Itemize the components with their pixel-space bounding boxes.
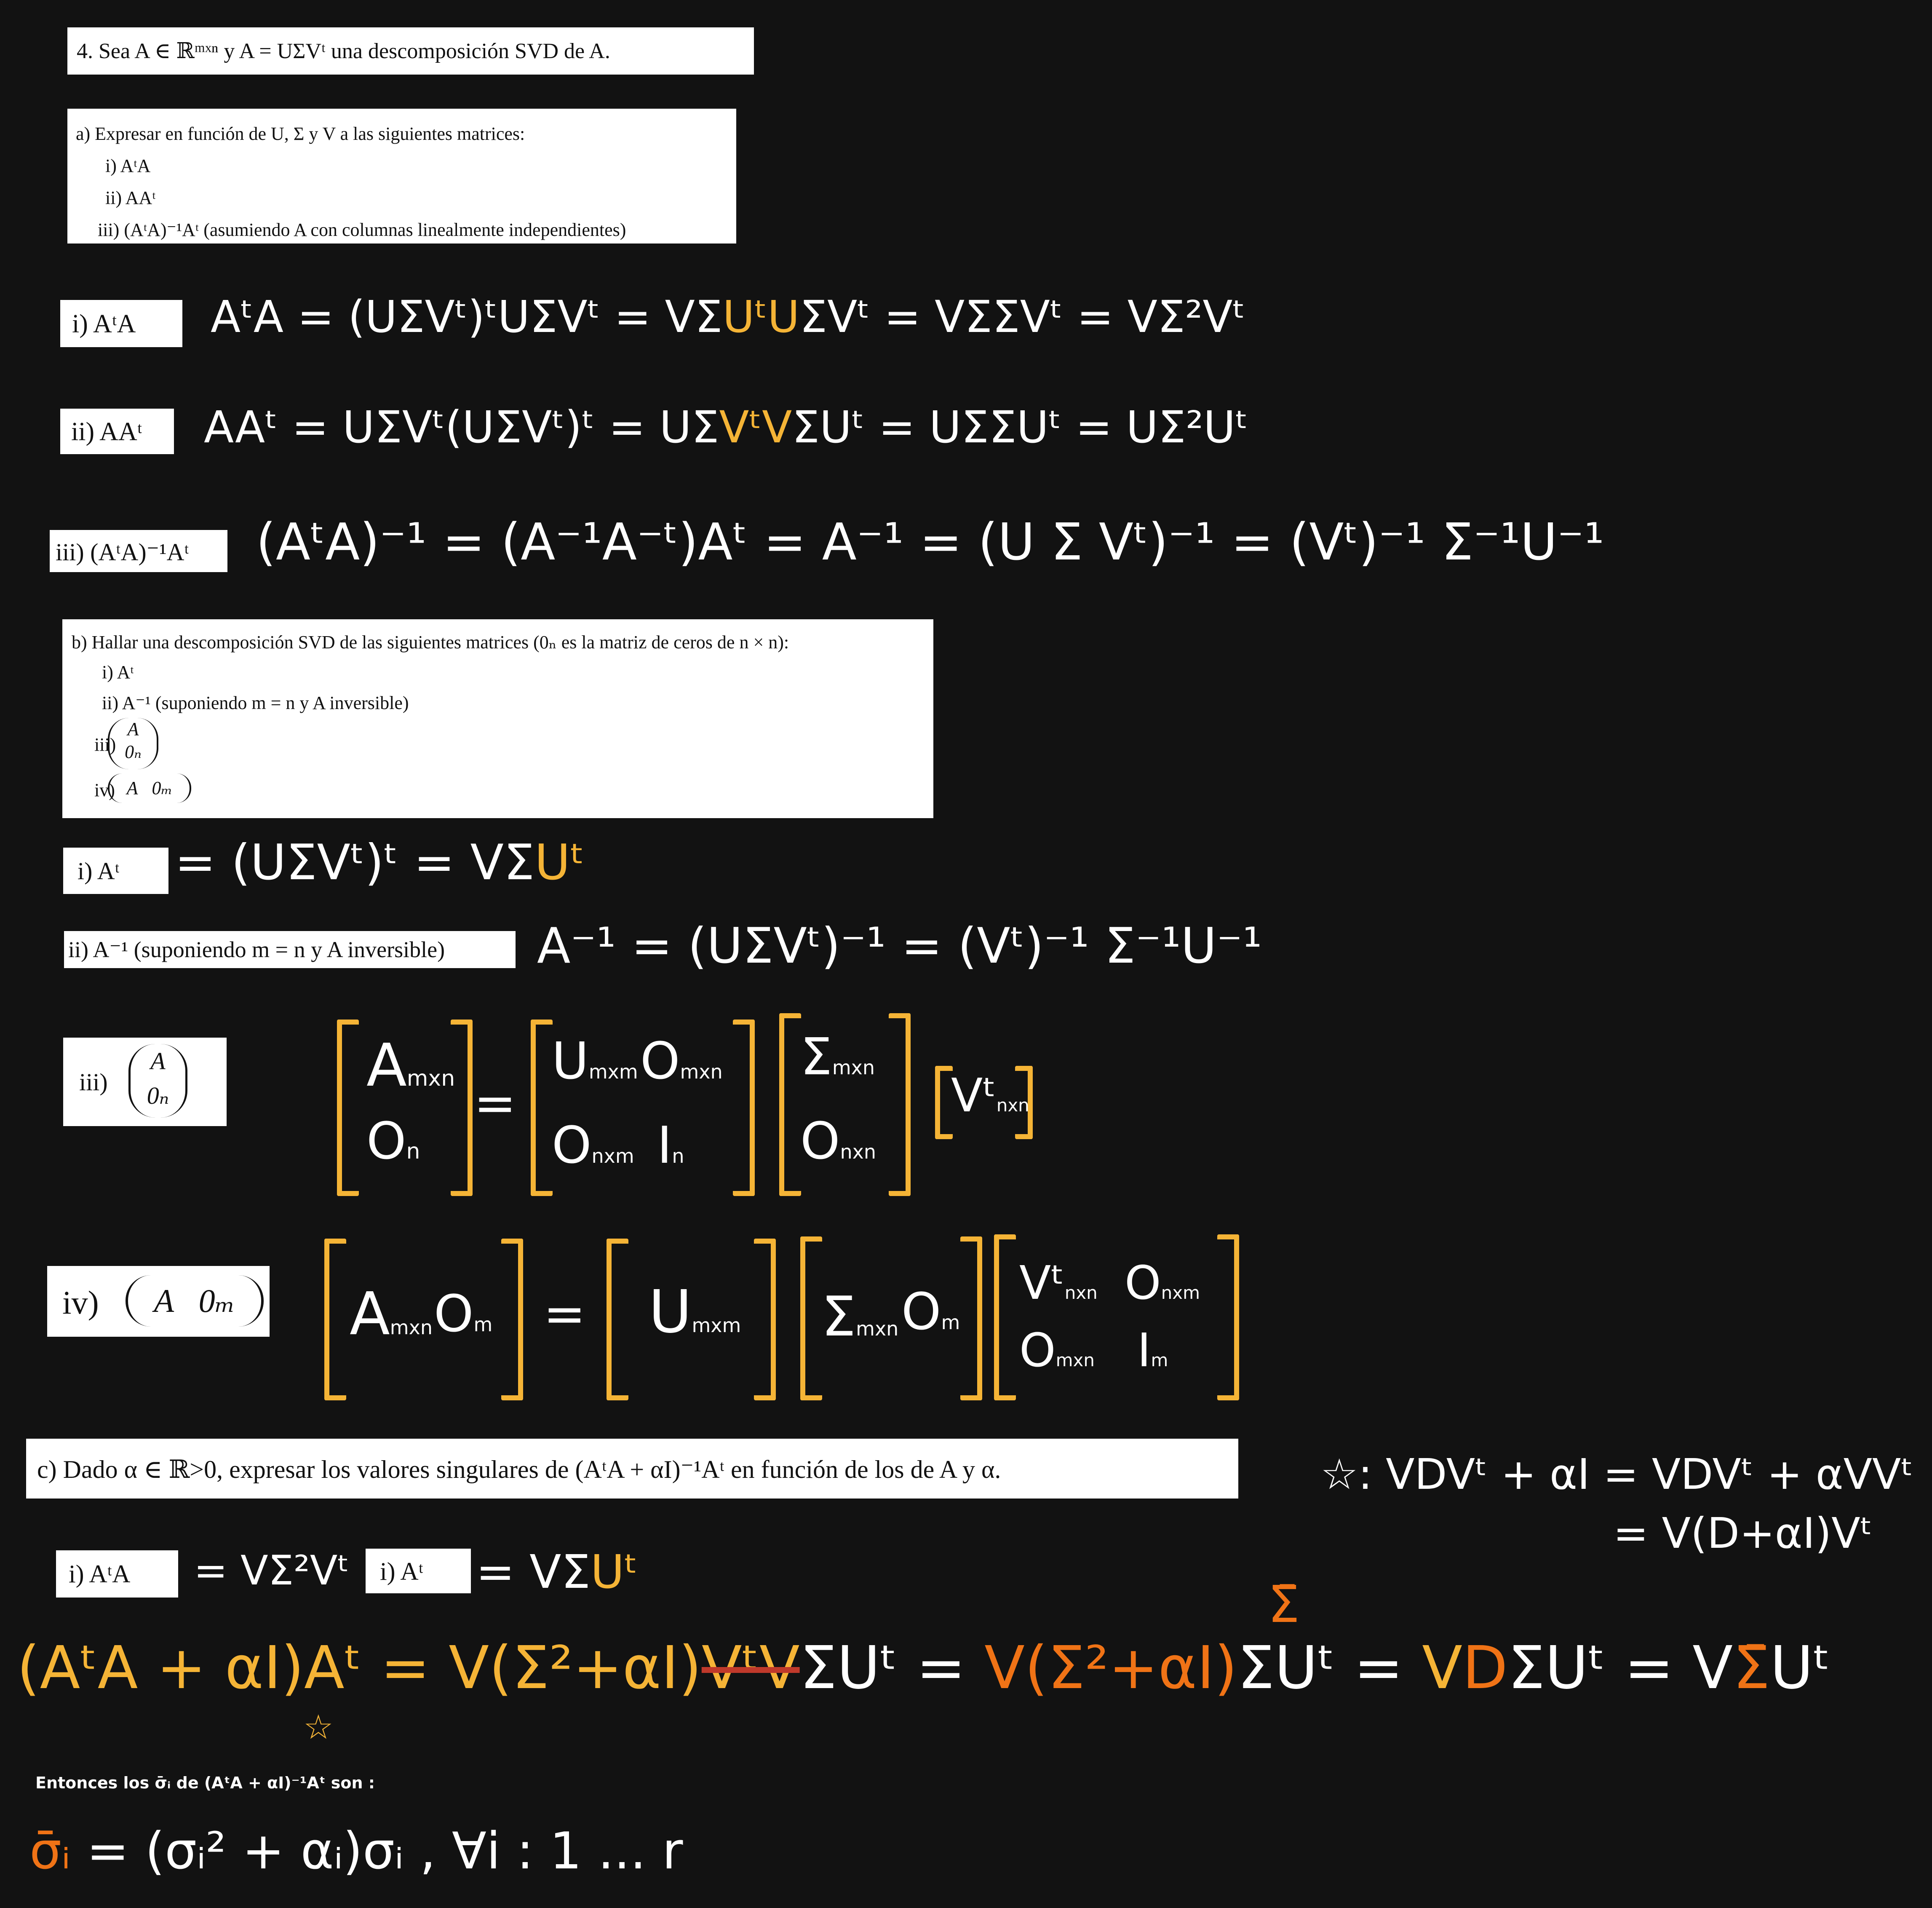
part-b-label-ii: ii) A⁻¹ (suponiendo m = n y A inversible…: [64, 931, 516, 968]
bracket-right: [960, 1236, 982, 1400]
equals-sign: =: [474, 1074, 516, 1133]
part-a-answer-i: AᵗA = (UΣVᵗ)ᵗUΣVᵗ = VΣUᵗUΣVᵗ = VΣΣVᵗ = V…: [211, 291, 1246, 343]
u-top-left: Umxm: [552, 1032, 638, 1091]
part-b-label-iii: iii) A 0ₙ: [63, 1038, 227, 1126]
u-top-right: Omxn: [640, 1032, 723, 1091]
bracket-left: [800, 1236, 822, 1400]
part-c-label-1: i) AᵗA: [56, 1550, 178, 1598]
row-matrix: A 0ₘ: [108, 773, 191, 803]
bracket-right: [733, 1020, 755, 1196]
problem-header-text: 4. Sea A ∈ ℝᵐˣⁿ y A = UΣVᵗ una descompos…: [77, 39, 610, 63]
part-b-label-i: i) Aᵗ: [63, 848, 168, 894]
bracket-left: [779, 1013, 801, 1196]
part-b-item-ii: ii) A⁻¹ (suponiendo m = n y A inversible…: [102, 693, 409, 713]
part-c-prompt-box: c) Dado α ∈ ℝ>0, expresar los valores si…: [26, 1439, 1238, 1499]
part-a-item-iii: iii) (AᵗA)⁻¹Aᵗ (asumiendo A con columnas…: [98, 219, 626, 240]
bracket-right: [754, 1239, 776, 1400]
part-b-answer-ii: A⁻¹ = (UΣVᵗ)⁻¹ = (Vᵗ)⁻¹ Σ⁻¹U⁻¹: [537, 918, 1262, 974]
equals-sign: =: [543, 1285, 586, 1343]
star-icon: ☆: [303, 1707, 334, 1747]
part-b-answer-iv: Amxn Om = Umxm Σmxn Om Vᵗnxn Onxm Omxn I…: [316, 1230, 1243, 1400]
part-a-label-i: i) AᵗA: [60, 300, 182, 347]
part-c-main-equation: (AᵗA + αI)Aᵗ = V(Σ²+αI)VᵗVΣUᵗ = V(Σ²+αI)…: [17, 1634, 1831, 1702]
sigma-bottom: Onxn: [800, 1112, 876, 1171]
part-b-prompt-box: b) Hallar una descomposición SVD de las …: [62, 619, 933, 818]
bracket-left: [531, 1020, 553, 1196]
part-b-item-i: i) Aᵗ: [102, 662, 134, 682]
stack-matrix-large: A 0ₙ: [128, 1044, 187, 1118]
lhs-top: Amxn: [366, 1031, 455, 1100]
part-b-label-iv: iv) A 0ₘ: [47, 1266, 270, 1337]
part-c-prompt: c) Dado α ∈ ℝ>0, expresar los valores si…: [37, 1456, 1001, 1483]
v-transpose: Vᵗnxn: [951, 1068, 1029, 1122]
u-block: Umxm: [649, 1278, 741, 1346]
lhs-bottom: On: [366, 1112, 420, 1171]
part-a-label-iii: iii) (AᵗA)⁻¹Aᵗ: [50, 530, 227, 572]
bracket-left: [994, 1234, 1016, 1400]
v-bottom-left: Omxn: [1019, 1323, 1095, 1377]
bracket-right: [889, 1013, 911, 1196]
part-a-label-ii: ii) AAᵗ: [60, 409, 174, 454]
bracket-left: [337, 1020, 359, 1196]
conclusion-text: Entonces los σ̄ᵢ de (AᵗA + αI)⁻¹Aᵗ son :: [35, 1774, 375, 1792]
v-top-left: Vᵗnxn: [1019, 1256, 1098, 1310]
star-note-line-2: = V(D+αI)Vᵗ: [1613, 1509, 1873, 1558]
part-c-ref-2: = VΣUᵗ: [476, 1545, 638, 1599]
part-a-answer-ii: AAᵗ = UΣVᵗ(UΣVᵗ)ᵗ = UΣVᵗVΣUᵗ = UΣΣUᵗ = U…: [204, 401, 1248, 453]
part-b-answer-iii: Amxn On = Umxm Omxn Onxm In Σmxn Onxn Vᵗ…: [329, 1011, 1045, 1196]
sigma-bar-annotation: Σ̄: [1268, 1576, 1300, 1634]
part-b-prompt: b) Hallar una descomposición SVD de las …: [72, 632, 789, 653]
part-a-prompt-box: a) Expresar en función de U, Σ y V a las…: [67, 109, 736, 244]
star-note-line-1: ☆: VDVᵗ + αI = VDVᵗ + αVVᵗ: [1320, 1450, 1913, 1499]
lhs-a: Amxn: [350, 1280, 433, 1349]
sigma-top: Σmxn: [800, 1028, 875, 1086]
part-a-item-i: i) AᵗA: [105, 155, 151, 176]
bracket-right: [501, 1239, 523, 1400]
u-bottom-left: Onxm: [552, 1116, 634, 1175]
lhs-o: Om: [434, 1285, 493, 1343]
final-formula: σ̄ᵢ = (σᵢ² + αᵢ)σᵢ , ∀i : 1 ... r: [29, 1822, 683, 1881]
v-bottom-right: Im: [1137, 1323, 1168, 1377]
bracket-left: [324, 1239, 346, 1400]
v-top-right: Onxm: [1125, 1256, 1200, 1310]
part-c-ref-1: = VΣ²Vᵗ: [194, 1547, 350, 1594]
part-b-answer-i: = (UΣVᵗ)ᵗ = VΣUᵗ: [175, 834, 585, 891]
row-matrix-large: A 0ₘ: [126, 1275, 264, 1327]
bracket-left: [935, 1066, 953, 1139]
part-c-label-2: i) Aᵗ: [366, 1549, 471, 1593]
part-b-item-iii: iii) A 0ₙ: [72, 718, 924, 773]
part-b-item-iv: iv) A 0ₘ: [72, 773, 924, 806]
stack-matrix: A 0ₙ: [108, 718, 158, 769]
u-bottom-right: In: [657, 1116, 684, 1175]
part-a-prompt: a) Expresar en función de U, Σ y V a las…: [76, 123, 525, 144]
bracket-left: [607, 1239, 628, 1400]
problem-header: 4. Sea A ∈ ℝᵐˣⁿ y A = UΣVᵗ una descompos…: [67, 27, 754, 75]
sigma-o: Om: [901, 1283, 960, 1341]
part-a-answer-iii: (AᵗA)⁻¹ = (A⁻¹A⁻ᵗ)Aᵗ = A⁻¹ = (U Σ Vᵗ)⁻¹ …: [256, 513, 1604, 572]
part-a-item-ii: ii) AAᵗ: [105, 187, 156, 208]
bracket-right: [1217, 1234, 1239, 1400]
sigma-block: Σmxn: [821, 1284, 899, 1349]
